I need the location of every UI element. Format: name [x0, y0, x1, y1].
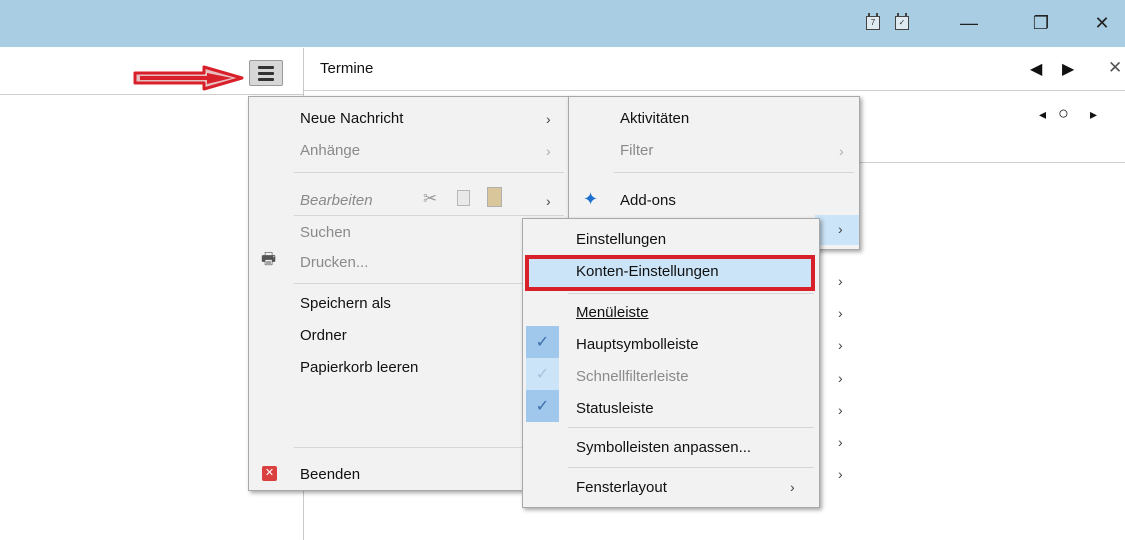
paste-icon[interactable] — [487, 187, 502, 207]
task-icon[interactable]: ✓ — [895, 13, 909, 30]
nav-prev-button[interactable]: ◀ — [1030, 59, 1042, 79]
check-icon: ✓ — [526, 326, 559, 358]
check-icon: ✓ — [526, 390, 559, 422]
menu-item-drucken[interactable]: Drucken... — [300, 254, 368, 272]
menu-item-suchen[interactable]: Suchen — [300, 224, 351, 242]
termine-header — [304, 48, 1125, 91]
menu-item-anhaenge[interactable]: Anhänge — [300, 142, 360, 160]
separator — [294, 215, 564, 216]
title-bar: 7 ✓ — ❐ ✕ — [0, 0, 1125, 47]
cut-icon[interactable]: ✂ — [423, 189, 437, 209]
menu-button[interactable] — [249, 60, 283, 86]
menu-item-papierkorb-leeren[interactable]: Papierkorb leeren — [300, 359, 418, 377]
separator — [568, 467, 814, 468]
menu-item-add-ons[interactable]: Add-ons — [620, 192, 676, 210]
menu-item-konten-einstellungen[interactable]: Konten-Einstellungen — [576, 263, 719, 281]
chevron-right-icon: › — [838, 337, 843, 353]
chevron-right-icon: › — [838, 434, 843, 450]
today-button[interactable]: ○ — [1058, 103, 1069, 124]
close-button[interactable]: ✕ — [1079, 0, 1125, 47]
menu-item-ordner[interactable]: Ordner — [300, 327, 347, 345]
exit-icon: ✕ — [262, 466, 277, 481]
menu-item-filter[interactable]: Filter — [620, 142, 653, 160]
hamburger-line — [258, 65, 274, 69]
minimize-button[interactable]: — — [946, 0, 992, 47]
menu-item-bearbeiten[interactable]: Bearbeiten — [300, 192, 373, 210]
menu-item-aktivitaeten[interactable]: Aktivitäten — [620, 110, 689, 128]
chevron-right-icon: › — [838, 221, 843, 237]
menu-item-fensterlayout[interactable]: Fensterlayout — [576, 479, 667, 497]
menu-item-schnellfilterleiste[interactable]: Schnellfilterleiste — [576, 368, 689, 386]
menu-item-menueleiste[interactable]: Menüleiste — [576, 304, 649, 322]
chevron-right-icon: › — [838, 370, 843, 386]
separator — [294, 172, 564, 173]
nav-next-button[interactable]: ▶ — [1062, 59, 1074, 79]
chevron-right-icon: › — [546, 111, 551, 127]
annotation-arrow-icon — [133, 65, 244, 91]
menu-item-hauptsymbolleiste[interactable]: Hauptsymbolleiste — [576, 336, 699, 354]
menu-item-symbolleisten-anpassen[interactable]: Symbolleisten anpassen... — [576, 439, 751, 457]
hamburger-line — [258, 77, 274, 81]
separator — [614, 172, 854, 173]
puzzle-icon: ✦ — [583, 189, 599, 209]
chevron-right-icon: › — [546, 193, 551, 209]
chevron-right-icon: › — [838, 273, 843, 289]
menu-item-speichern-als[interactable]: Speichern als — [300, 295, 391, 313]
printer-icon: 🖶 — [261, 251, 277, 268]
hamburger-line — [258, 71, 274, 75]
check-icon: ✓ — [526, 358, 559, 390]
separator — [568, 293, 814, 294]
menu-item-einstellungen[interactable]: Einstellungen — [576, 231, 666, 249]
chevron-right-icon: › — [839, 143, 844, 159]
menu-item-beenden[interactable]: Beenden — [300, 466, 360, 484]
day-prev-button[interactable]: ◂ — [1039, 106, 1046, 123]
termine-close-button[interactable]: ✕ — [1108, 58, 1122, 78]
menu-item-neue-nachricht[interactable]: Neue Nachricht — [300, 110, 403, 128]
separator — [568, 427, 814, 428]
day-next-button[interactable]: ▸ — [1090, 106, 1097, 123]
chevron-right-icon: › — [838, 305, 843, 321]
termine-title: Termine — [320, 60, 374, 77]
chevron-right-icon: › — [838, 466, 843, 482]
copy-icon[interactable] — [457, 190, 470, 206]
chevron-right-icon: › — [790, 479, 795, 495]
chevron-right-icon: › — [838, 402, 843, 418]
chevron-right-icon: › — [546, 143, 551, 159]
hover-highlight — [815, 215, 859, 245]
calendar-icon[interactable]: 7 — [866, 13, 880, 30]
menu-item-statusleiste[interactable]: Statusleiste — [576, 400, 654, 418]
restore-button[interactable]: ❐ — [1018, 0, 1064, 47]
